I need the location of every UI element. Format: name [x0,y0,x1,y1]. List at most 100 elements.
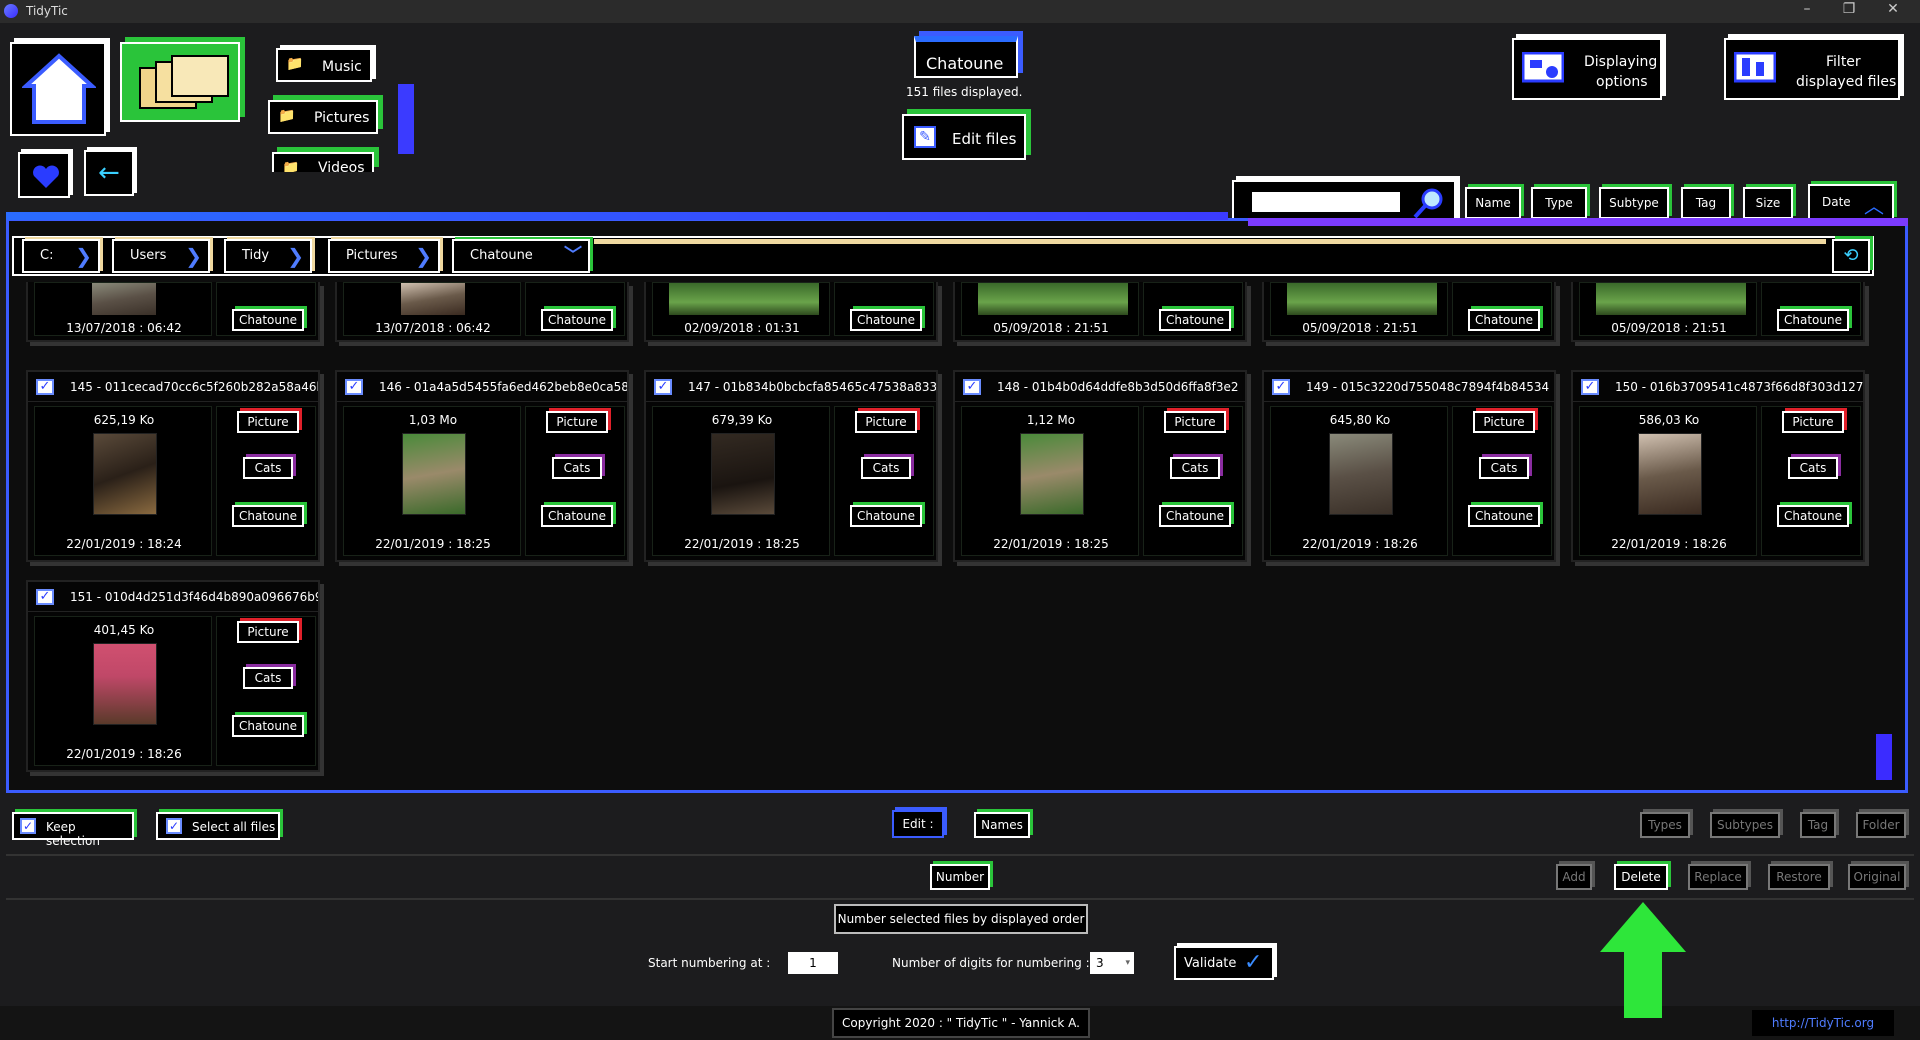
tag-button[interactable]: Tag [1800,812,1836,838]
file-card-partial[interactable]: 05/09/2018 : 21:51 Chatoune [1571,282,1865,342]
breadcrumb-c[interactable]: C: ❯ [22,239,100,273]
folder-tag[interactable]: Chatoune [1777,309,1849,331]
file-subtype-tag[interactable]: Cats [1788,457,1838,479]
types-button[interactable]: Types [1640,812,1690,838]
sort-tag-button[interactable]: Tag [1681,187,1731,219]
replace-button[interactable]: Replace [1688,864,1748,890]
folder-tag[interactable]: Chatoune [1468,505,1540,527]
file-card-partial[interactable]: 05/09/2018 : 21:51 Chatoune [1262,282,1556,342]
file-card[interactable]: ✓ 145 - 011cecad70cc6c5f260b282a58a46b 6… [26,370,320,562]
file-subtype-tag[interactable]: Cats [1170,457,1220,479]
file-card-partial[interactable]: 02/09/2018 : 01:31 Chatoune [644,282,938,342]
filter-displayed-files-button[interactable]: Filter displayed files [1724,38,1900,100]
nav-scrollbar[interactable] [398,84,414,154]
select-all-button[interactable]: ✓ Select all files [156,812,280,840]
close-button[interactable]: ✕ [1878,1,1908,21]
breadcrumb-users[interactable]: Users ❯ [112,239,210,273]
file-subtype-tag[interactable]: Cats [552,457,602,479]
sort-subtype-button[interactable]: Subtype [1599,187,1669,219]
folder-tag[interactable]: Chatoune [232,715,304,737]
file-type-tag[interactable]: Picture [546,411,608,433]
file-thumbnail[interactable] [402,433,466,515]
file-subtype-tag[interactable]: Cats [243,457,293,479]
search-icon[interactable] [1412,186,1446,220]
file-thumbnail[interactable] [1638,433,1702,515]
folder-tag[interactable]: Chatoune [541,505,613,527]
file-thumbnail[interactable] [93,433,157,515]
file-card[interactable]: ✓ 151 - 010d4d251d3f46d4b890a096676b9 40… [26,580,320,772]
folder-tag[interactable]: Chatoune [1159,309,1231,331]
refresh-button[interactable]: ⟲ [1832,239,1870,273]
back-button[interactable]: ← [84,150,134,196]
folder-tag[interactable]: Chatoune [232,505,304,527]
sort-name-button[interactable]: Name [1465,187,1521,219]
file-thumbnail[interactable] [1020,433,1084,515]
file-checkbox[interactable]: ✓ [345,379,363,395]
restore-button[interactable]: Restore [1768,864,1830,890]
breadcrumb-chatoune[interactable]: Chatoune ﹀ [452,239,590,273]
file-card-partial[interactable]: 05/09/2018 : 21:51 Chatoune [953,282,1247,342]
file-type-tag[interactable]: Picture [855,411,917,433]
folder-button[interactable]: Folder [1856,812,1906,838]
folder-tag[interactable]: Chatoune [850,505,922,527]
add-button[interactable]: Add [1556,864,1592,890]
file-subtype-tag[interactable]: Cats [861,457,911,479]
pictures-folder-button[interactable]: 📁 Pictures [268,100,378,134]
file-card[interactable]: ✓ 147 - 01b834b0bcbcfa85465c47538a833 67… [644,370,938,562]
file-checkbox[interactable]: ✓ [1581,379,1599,395]
number-button[interactable]: Number [930,864,990,890]
file-subtype-tag[interactable]: Cats [243,667,293,689]
file-type-tag[interactable]: Picture [1164,411,1226,433]
file-type-tag[interactable]: Picture [237,411,299,433]
videos-folder-button[interactable]: 📁 Videos [272,152,374,172]
breadcrumb-pictures[interactable]: Pictures ❯ [328,239,440,273]
digits-select[interactable]: 3 ▾ [1090,952,1134,974]
browser-scrollbar[interactable] [1876,734,1892,780]
restore-button[interactable]: ❐ [1834,1,1864,21]
music-folder-button[interactable]: 📁 Music [276,48,372,82]
folder-tag[interactable]: Chatoune [232,309,304,331]
file-type-tag[interactable]: Picture [237,621,299,643]
delete-button[interactable]: Delete [1614,864,1668,890]
file-checkbox[interactable]: ✓ [1272,379,1290,395]
names-button[interactable]: Names [974,812,1030,838]
file-checkbox[interactable]: ✓ [654,379,672,395]
start-numbering-input[interactable]: 1 [788,952,838,974]
file-card[interactable]: ✓ 148 - 01b4b0d64ddfe8b3d50d6ffa8f3e2 1,… [953,370,1247,562]
subtypes-button[interactable]: Subtypes [1710,812,1780,838]
file-card[interactable]: ✓ 149 - 015c3220d755048c7894f4b84534 645… [1262,370,1556,562]
home-button[interactable] [10,42,106,136]
keep-selection-button[interactable]: ✓ Keep selection [12,812,134,848]
validate-button[interactable]: Validate ✓ [1174,946,1274,980]
edit-files-button[interactable]: ✎ Edit files [902,114,1026,160]
sort-size-button[interactable]: Size [1743,187,1793,219]
original-button[interactable]: Original [1848,864,1906,890]
file-subtype-tag[interactable]: Cats [1479,457,1529,479]
minimize-button[interactable]: – [1792,1,1822,21]
folders-button[interactable] [120,42,240,122]
file-checkbox[interactable]: ✓ [36,589,54,605]
file-type-tag[interactable]: Picture [1782,411,1844,433]
folder-tag[interactable]: Chatoune [541,309,613,331]
website-link[interactable]: http://TidyTic.org [1752,1010,1894,1036]
folder-tag[interactable]: Chatoune [1468,309,1540,331]
folder-tag[interactable]: Chatoune [850,309,922,331]
folder-tag[interactable]: Chatoune [1777,505,1849,527]
sort-type-button[interactable]: Type [1531,187,1587,219]
file-card-partial[interactable]: 13/07/2018 : 06:42 Chatoune [26,282,320,342]
file-card[interactable]: ✓ 150 - 016b3709541c4873f66d8f303d127 58… [1571,370,1865,562]
file-checkbox[interactable]: ✓ [963,379,981,395]
file-thumbnail[interactable] [93,643,157,725]
search-input[interactable] [1252,192,1400,212]
file-type-tag[interactable]: Picture [1473,411,1535,433]
file-thumbnail[interactable] [1329,433,1393,515]
folder-tag[interactable]: Chatoune [1159,505,1231,527]
favorites-button[interactable] [18,152,70,198]
breadcrumb-tidy[interactable]: Tidy ❯ [224,239,312,273]
displaying-options-button[interactable]: Displaying options [1512,38,1662,100]
file-card[interactable]: ✓ 146 - 01a4a5d5455fa6ed462beb8e0ca58 1,… [335,370,629,562]
file-thumbnail[interactable] [711,433,775,515]
file-checkbox[interactable]: ✓ [36,379,54,395]
file-card-partial[interactable]: 13/07/2018 : 06:42 Chatoune [335,282,629,342]
sort-date-button[interactable]: Date ︿ [1808,184,1894,220]
